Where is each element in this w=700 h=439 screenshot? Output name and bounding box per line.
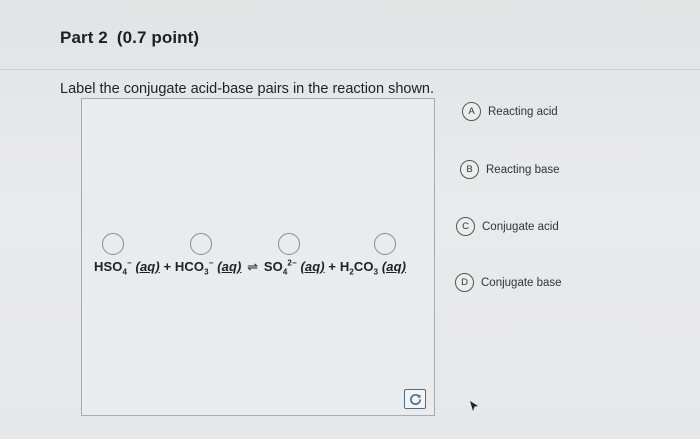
- chemical-equation: HSO4− (aq) + HCO3− (aq) ⇌ SO42− (aq) + H…: [94, 258, 407, 277]
- option-letter-badge: C: [456, 217, 475, 236]
- option-a-reacting-acid[interactable]: A Reacting acid: [462, 102, 558, 121]
- option-letter-badge: A: [462, 102, 481, 121]
- drop-target-h2co3[interactable]: [374, 233, 396, 255]
- part-title: Part 2 (0.7 point): [60, 28, 199, 48]
- divider: [0, 69, 700, 70]
- points-label: (0.7 point): [116, 28, 200, 47]
- species-hco3: HCO3− (aq): [174, 258, 242, 277]
- part-label: Part 2: [60, 28, 108, 47]
- option-label: Reacting base: [486, 163, 560, 176]
- equilibrium-arrow: ⇌: [247, 259, 259, 274]
- option-label: Conjugate base: [481, 276, 562, 289]
- drop-target-hco3[interactable]: [190, 233, 212, 255]
- reset-icon: [409, 393, 421, 405]
- option-letter-badge: B: [460, 160, 479, 179]
- drop-target-so4[interactable]: [278, 233, 300, 255]
- species-h2co3: H2CO3 (aq): [339, 259, 407, 277]
- mouse-cursor-icon: [470, 401, 478, 411]
- option-b-reacting-base[interactable]: B Reacting base: [460, 160, 560, 179]
- option-d-conjugate-base[interactable]: D Conjugate base: [455, 273, 562, 292]
- plus-sign: +: [163, 259, 172, 274]
- question-prompt: Label the conjugate acid-base pairs in t…: [60, 81, 435, 97]
- option-label: Reacting acid: [488, 105, 558, 118]
- option-label: Conjugate acid: [482, 220, 559, 233]
- plus-sign: +: [328, 259, 337, 274]
- species-so4: SO42− (aq): [263, 258, 325, 277]
- option-c-conjugate-acid[interactable]: C Conjugate acid: [456, 217, 559, 236]
- drop-target-hso4[interactable]: [102, 233, 124, 255]
- labeling-workspace[interactable]: HSO4− (aq) + HCO3− (aq) ⇌ SO42− (aq) + H…: [81, 98, 435, 416]
- species-hso4: HSO4− (aq): [94, 258, 160, 277]
- option-letter-badge: D: [455, 273, 474, 292]
- reset-button[interactable]: [404, 389, 426, 409]
